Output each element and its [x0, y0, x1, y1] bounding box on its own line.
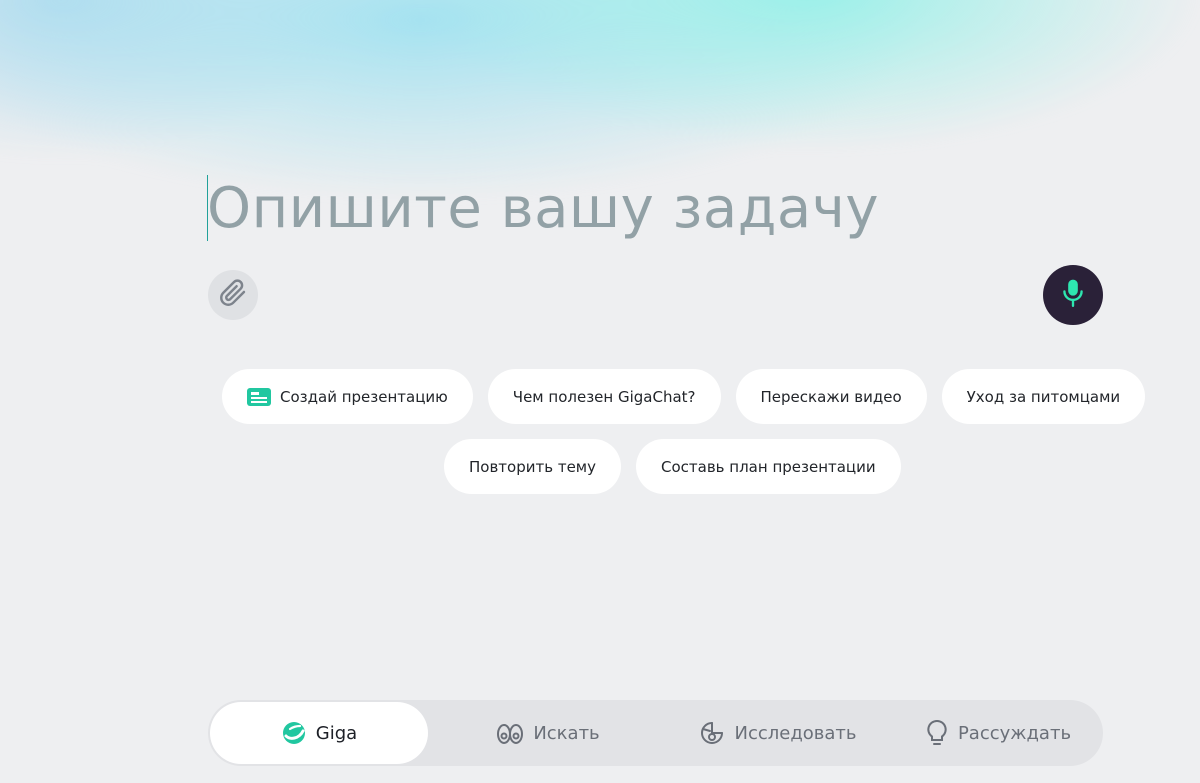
suggestion-chip-retell-video[interactable]: Перескажи видео [735, 369, 927, 424]
mode-search[interactable]: Искать [458, 702, 638, 764]
suggestion-chip-create-presentation[interactable]: Создай презентацию [222, 369, 473, 424]
suggestion-chip-pet-care[interactable]: Уход за питомцами [941, 369, 1146, 424]
microphone-button[interactable] [1043, 265, 1103, 325]
suggestion-chip-label: Составь план презентации [661, 457, 876, 476]
presentation-icon [247, 387, 271, 406]
chat-start-page: Создай презентацию Чем полезен GigaChat?… [0, 0, 1200, 783]
mode-explore[interactable]: Исследовать [678, 702, 878, 764]
suggestion-chip-repeat-topic[interactable]: Повторить тему [444, 439, 621, 494]
suggestion-chip-presentation-plan[interactable]: Составь план презентации [636, 439, 901, 494]
mode-label: Рассуждать [957, 722, 1072, 744]
background-gradient [0, 0, 1200, 300]
mode-reason[interactable]: Рассуждать [908, 702, 1088, 764]
prompt-input[interactable] [207, 168, 1107, 248]
giga-logo-icon [281, 720, 307, 746]
lightbulb-icon [925, 719, 949, 747]
suggestion-chip-label: Чем полезен GigaChat? [512, 387, 696, 406]
attach-button[interactable] [208, 270, 258, 320]
suggestion-chip-label: Повторить тему [469, 457, 596, 476]
microphone-icon [1060, 278, 1086, 312]
mode-selector: Giga Искать Исследовать Рассуждать [208, 700, 1103, 766]
mode-giga[interactable]: Giga [210, 702, 428, 764]
suggestion-chip-label: Создай презентацию [280, 387, 448, 406]
suggestion-chip-about-gigachat[interactable]: Чем полезен GigaChat? [487, 369, 721, 424]
binoculars-icon [496, 720, 524, 746]
mode-label: Искать [533, 722, 600, 744]
suggestion-chip-label: Уход за питомцами [966, 387, 1121, 406]
prompt-area [207, 168, 1107, 248]
suggestion-row: Создай презентацию Чем полезен GigaChat?… [222, 369, 1146, 424]
explore-icon [699, 720, 725, 746]
mode-label: Исследовать [734, 722, 857, 744]
text-caret [207, 175, 208, 241]
suggestion-row: Повторить тему Составь план презентации [444, 439, 901, 494]
paperclip-icon [219, 279, 247, 311]
mode-label: Giga [315, 722, 358, 744]
suggestion-chip-label: Перескажи видео [760, 387, 902, 406]
